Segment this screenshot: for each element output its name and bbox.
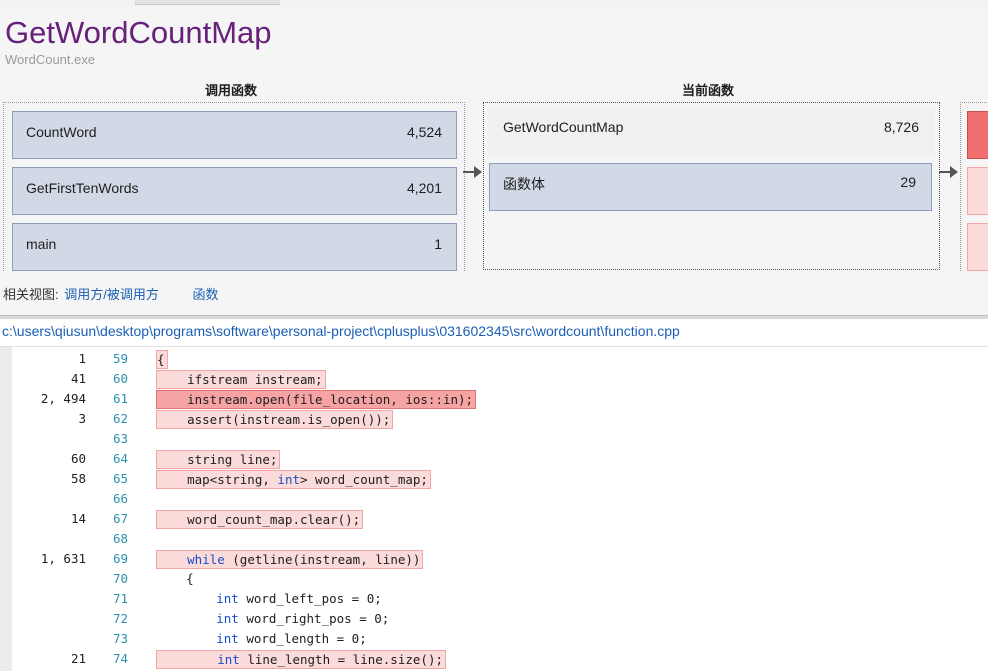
code-line[interactable]: 70 {	[0, 569, 988, 589]
code-line[interactable]: 14 67 word_count_map.clear();	[0, 509, 988, 529]
function-summary-view: GetWordCountMap WordCount.exe 调用函数 当前函数 …	[0, 7, 988, 315]
line-number: 74	[113, 651, 129, 666]
callees-panel: s s s	[960, 102, 988, 271]
line-number: 70	[113, 571, 129, 586]
callee-box[interactable]: s	[967, 223, 988, 271]
code-line[interactable]: 66	[0, 489, 988, 509]
code-line[interactable]: 72 int word_right_pos = 0;	[0, 609, 988, 629]
current-column-title: 当前函数	[682, 83, 735, 98]
current-function-name: GetWordCountMap	[503, 119, 624, 135]
function-title: GetWordCountMap	[5, 15, 272, 50]
code-line[interactable]: 73 int word_length = 0;	[0, 629, 988, 649]
code-text: int word_left_pos = 0;	[216, 591, 382, 606]
sample-count: 41	[70, 371, 86, 386]
code-text: while (getline(instream, line))	[156, 550, 424, 569]
arrow-right-icon	[939, 166, 958, 178]
code-text: map<string, int> word_count_map;	[156, 470, 431, 489]
sample-count: 3	[78, 411, 86, 426]
line-number: 71	[113, 591, 129, 606]
line-number: 65	[113, 471, 129, 486]
caller-name: GetFirstTenWords	[26, 180, 139, 196]
sample-count: 2, 494	[40, 391, 86, 406]
line-number: 69	[113, 551, 129, 566]
caller-name: main	[26, 236, 57, 252]
callee-box[interactable]: s	[967, 111, 988, 159]
current-function-value: 8,726	[883, 119, 919, 135]
line-number: 67	[113, 511, 129, 526]
view-splitter[interactable]	[0, 315, 988, 319]
current-function-panel: GetWordCountMap 8,726 函数体 29	[483, 102, 940, 270]
module-name: WordCount.exe	[5, 52, 96, 67]
caller-value: 4,524	[406, 124, 442, 140]
code-text: {	[156, 571, 194, 586]
callers-panel: CountWord 4,524 GetFirstTenWords 4,201 m…	[3, 102, 465, 271]
source-file-path: c:\users\qiusun\desktop\programs\softwar…	[2, 323, 680, 339]
line-number: 62	[113, 411, 129, 426]
code-text: int line_length = line.size();	[156, 650, 446, 669]
sample-count: 1	[78, 351, 86, 366]
line-number: 64	[113, 451, 129, 466]
sample-count: 21	[70, 651, 86, 666]
caller-box[interactable]: main 1	[12, 223, 457, 271]
caller-value: 1	[434, 236, 442, 252]
related-views: 相关视图: 调用方/被调用方 函数	[3, 284, 219, 303]
callers-column-title: 调用函数	[205, 83, 258, 98]
code-text: int word_right_pos = 0;	[216, 611, 390, 626]
caller-callee-link[interactable]: 调用方/被调用方	[64, 287, 159, 302]
code-text: {	[156, 350, 168, 369]
line-number: 72	[113, 611, 129, 626]
callee-box[interactable]: s	[967, 167, 988, 215]
line-number: 60	[113, 371, 129, 386]
sample-count: 60	[70, 451, 86, 466]
code-text: word_count_map.clear();	[156, 510, 364, 529]
code-line[interactable]: 63	[0, 429, 988, 449]
related-views-label: 相关视图:	[3, 287, 59, 302]
sample-count: 14	[70, 511, 86, 526]
code-text: int word_length = 0;	[216, 631, 367, 646]
code-line[interactable]: 1 59 {	[0, 349, 988, 369]
code-line[interactable]: 58 65 map<string, int> word_count_map;	[0, 469, 988, 489]
caller-name: CountWord	[26, 124, 97, 140]
line-number: 59	[113, 351, 129, 366]
caller-box[interactable]: GetFirstTenWords 4,201	[12, 167, 457, 215]
code-line[interactable]: 21 74 int line_length = line.size();	[0, 649, 988, 669]
code-text: string line;	[156, 450, 281, 469]
function-body-label: 函数体	[503, 176, 545, 192]
code-line[interactable]: 41 60 ifstream instream;	[0, 369, 988, 389]
line-number: 68	[113, 531, 129, 546]
function-body-box[interactable]: 函数体 29	[489, 163, 932, 211]
arrow-right-icon	[463, 166, 482, 178]
current-function-box[interactable]: GetWordCountMap 8,726	[488, 107, 935, 155]
line-number: 73	[113, 631, 129, 646]
code-text: instream.open(file_location, ios::in);	[156, 390, 477, 409]
line-number: 66	[113, 491, 129, 506]
document-tab[interactable]	[135, 0, 280, 5]
top-tab-strip	[0, 0, 988, 7]
code-line[interactable]: 1, 631 69 while (getline(instream, line))	[0, 549, 988, 569]
code-line[interactable]: 2, 494 61 instream.open(file_location, io…	[0, 389, 988, 409]
line-number: 63	[113, 431, 129, 446]
caller-value: 4,201	[406, 180, 442, 196]
code-text: assert(instream.is_open());	[156, 410, 394, 429]
source-code-view[interactable]: 1 59 {41 60 ifstream instream; 2, 494 61 inst…	[0, 346, 988, 671]
sample-count: 1, 631	[40, 551, 86, 566]
sample-count: 58	[70, 471, 86, 486]
code-line[interactable]: 3 62 assert(instream.is_open());	[0, 409, 988, 429]
code-line[interactable]: 60 64 string line;	[0, 449, 988, 469]
line-number: 61	[113, 391, 129, 406]
functions-link[interactable]: 函数	[193, 287, 219, 302]
code-text: ifstream instream;	[156, 370, 326, 389]
code-line[interactable]: 71 int word_left_pos = 0;	[0, 589, 988, 609]
caller-box[interactable]: CountWord 4,524	[12, 111, 457, 159]
code-line[interactable]: 68	[0, 529, 988, 549]
function-body-value: 29	[900, 174, 916, 190]
